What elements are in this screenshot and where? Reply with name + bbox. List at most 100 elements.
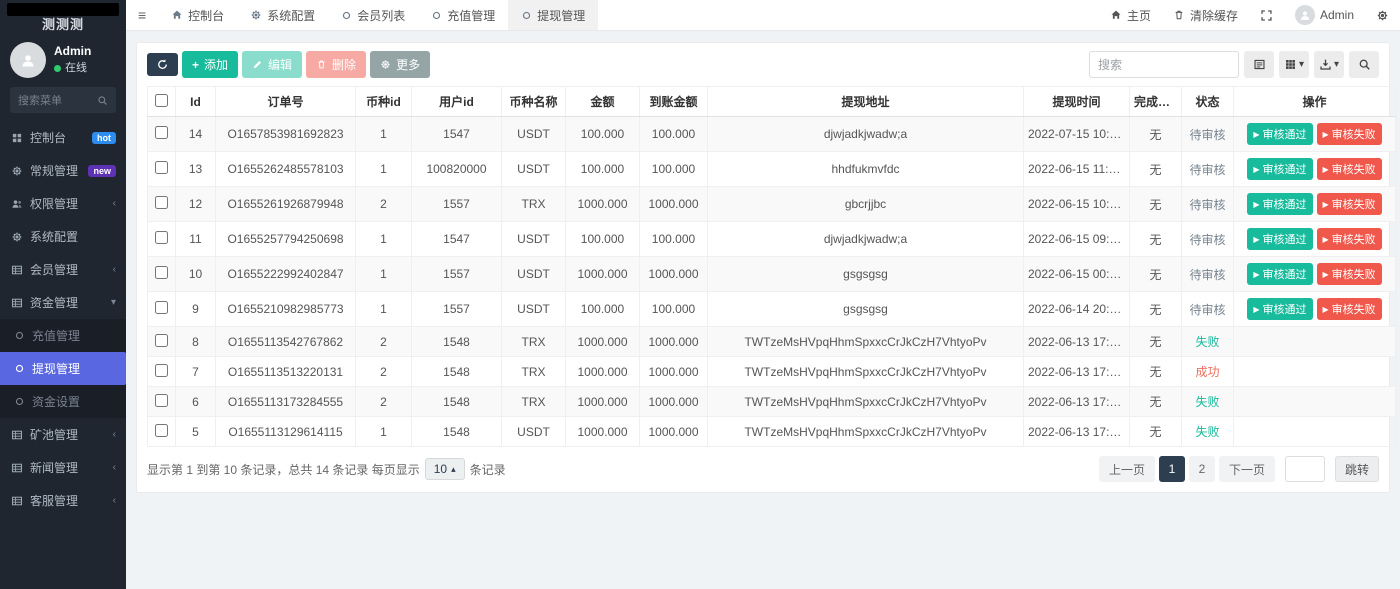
row-checkbox[interactable] <box>155 196 168 209</box>
delete-button[interactable]: 删除 <box>306 51 366 78</box>
tab-member-list[interactable]: 会员列表 <box>328 0 418 30</box>
sidebar-item-mining[interactable]: 矿池管理 ‹ <box>0 418 126 451</box>
cell-user-id: 1547 <box>412 222 502 257</box>
sidebar-item-system-config[interactable]: 系统配置 <box>0 220 126 253</box>
cell-coin-id: 1 <box>356 152 412 187</box>
table-row: 5 O1655113129614115 1 1548 USDT 1000.000… <box>148 417 1396 447</box>
row-select-cell <box>148 257 176 292</box>
cell-address: TWTzeMsHVpqHhmSpxxcCrJkCzH7VhtyoPv <box>708 387 1024 417</box>
play-icon: ▶ <box>1253 165 1259 174</box>
pagination-summary: 显示第 1 到第 10 条记录，总共 14 条记录 每页显示 <box>147 461 420 478</box>
reject-button[interactable]: ▶审核失败 <box>1317 193 1382 215</box>
sidebar-item-general[interactable]: 常规管理 new <box>0 154 126 187</box>
page-button-1[interactable]: 1 <box>1159 456 1185 482</box>
reject-button[interactable]: ▶审核失败 <box>1317 228 1382 250</box>
tab-withdraw[interactable]: 提现管理 <box>508 0 598 30</box>
reject-button[interactable]: ▶审核失败 <box>1317 123 1382 145</box>
approve-button[interactable]: ▶审核通过 <box>1247 228 1312 250</box>
sidebar-item-fund-settings[interactable]: 资金设置 <box>0 385 126 418</box>
sidebar-item-news[interactable]: 新闻管理 ‹ <box>0 451 126 484</box>
next-page-button[interactable]: 下一页 <box>1219 456 1275 482</box>
row-checkbox[interactable] <box>155 266 168 279</box>
row-checkbox[interactable] <box>155 126 168 139</box>
cell-coin-id: 1 <box>356 117 412 152</box>
table-search-input[interactable] <box>1089 51 1239 78</box>
select-all-checkbox[interactable] <box>155 94 168 107</box>
jump-button[interactable]: 跳转 <box>1335 456 1379 482</box>
caret-up-icon: ▴ <box>451 464 456 475</box>
cell-actions: ▶审核通过▶审核失败 <box>1234 222 1396 257</box>
more-button[interactable]: 更多 <box>370 51 430 78</box>
row-checkbox[interactable] <box>155 364 168 377</box>
play-icon: ▶ <box>1253 130 1259 139</box>
sidebar-item-funds[interactable]: 资金管理 ▾ <box>0 286 126 319</box>
cell-coin-id: 1 <box>356 292 412 327</box>
cell-status: 失败 <box>1182 387 1234 417</box>
prev-page-button[interactable]: 上一页 <box>1099 456 1155 482</box>
dashboard-icon <box>10 132 23 144</box>
row-checkbox[interactable] <box>155 334 168 347</box>
cell-withdraw-time: 2022-06-15 00:09:52 <box>1024 257 1130 292</box>
approve-button[interactable]: ▶审核通过 <box>1247 263 1312 285</box>
play-icon: ▶ <box>1323 200 1329 209</box>
detail-view-button[interactable] <box>1244 51 1274 78</box>
export-button[interactable]: ▾ <box>1314 51 1344 78</box>
tab-recharge[interactable]: 充值管理 <box>418 0 508 30</box>
sidebar-search-input[interactable]: 搜索菜单 <box>10 87 116 113</box>
cell-finish-time: 无 <box>1130 222 1182 257</box>
cell-status: 待审核 <box>1182 257 1234 292</box>
search-button[interactable] <box>1349 51 1379 78</box>
approve-button[interactable]: ▶审核通过 <box>1247 158 1312 180</box>
sidebar-item-recharge[interactable]: 充值管理 <box>0 319 126 352</box>
cell-status: 待审核 <box>1182 292 1234 327</box>
row-checkbox[interactable] <box>155 301 168 314</box>
sidebar-item-service[interactable]: 客服管理 ‹ <box>0 484 126 517</box>
menu-toggle-button[interactable]: ≡ <box>126 0 158 30</box>
row-checkbox[interactable] <box>155 394 168 407</box>
reject-button[interactable]: ▶审核失败 <box>1317 158 1382 180</box>
cell-amount: 1000.000 <box>566 187 640 222</box>
cell-amount: 1000.000 <box>566 417 640 447</box>
row-checkbox[interactable] <box>155 424 168 437</box>
cell-coin-name: USDT <box>502 152 566 187</box>
navbar-right: 主页 清除缓存 Admin <box>1099 0 1400 30</box>
add-button[interactable]: +添加 <box>182 51 238 78</box>
profile-status: 在线 <box>54 61 91 77</box>
sidebar: 测测测 Admin 在线 搜索菜单 控制台 hot 常规管理 new <box>0 0 126 589</box>
jump-page-input[interactable] <box>1285 456 1325 482</box>
caret-down-icon: ▾ <box>1334 59 1339 70</box>
table-icon <box>10 297 23 309</box>
sidebar-item-withdraw[interactable]: 提现管理 <box>0 352 126 385</box>
approve-button[interactable]: ▶审核通过 <box>1247 123 1312 145</box>
row-checkbox[interactable] <box>155 231 168 244</box>
edit-button[interactable]: 编辑 <box>242 51 302 78</box>
approve-button[interactable]: ▶审核通过 <box>1247 193 1312 215</box>
cell-received: 100.000 <box>640 117 708 152</box>
search-icon <box>1358 58 1371 71</box>
reject-button[interactable]: ▶审核失败 <box>1317 298 1382 320</box>
col-received: 到账金额 <box>640 87 708 117</box>
tab-dashboard[interactable]: 控制台 <box>158 0 237 30</box>
refresh-button[interactable] <box>147 53 178 76</box>
user-menu[interactable]: Admin <box>1284 5 1365 25</box>
withdraw-table: Id 订单号 币种id 用户id 币种名称 金额 到账金额 提现地址 提现时间 … <box>147 86 1396 447</box>
page-button-2[interactable]: 2 <box>1189 456 1215 482</box>
sidebar-item-dashboard[interactable]: 控制台 hot <box>0 121 126 154</box>
fullscreen-button[interactable] <box>1249 9 1284 22</box>
home-link[interactable]: 主页 <box>1099 7 1162 24</box>
page-size-select[interactable]: 10▴ <box>425 458 465 480</box>
col-withdraw-time: 提现时间 <box>1024 87 1130 117</box>
reject-button[interactable]: ▶审核失败 <box>1317 263 1382 285</box>
tab-system-config[interactable]: 系统配置 <box>237 0 328 30</box>
columns-button[interactable]: ▾ <box>1279 51 1309 78</box>
clear-cache-button[interactable]: 清除缓存 <box>1162 7 1249 24</box>
row-checkbox[interactable] <box>155 161 168 174</box>
approve-button[interactable]: ▶审核通过 <box>1247 298 1312 320</box>
cell-received: 1000.000 <box>640 327 708 357</box>
table-footer: 显示第 1 到第 10 条记录，总共 14 条记录 每页显示 10▴ 条记录 上… <box>147 456 1379 482</box>
sidebar-item-permissions[interactable]: 权限管理 ‹ <box>0 187 126 220</box>
cell-received: 1000.000 <box>640 387 708 417</box>
content-area: +添加 编辑 删除 更多 ▾ ▾ <box>126 31 1400 589</box>
sidebar-item-members[interactable]: 会员管理 ‹ <box>0 253 126 286</box>
settings-button[interactable] <box>1365 9 1400 22</box>
